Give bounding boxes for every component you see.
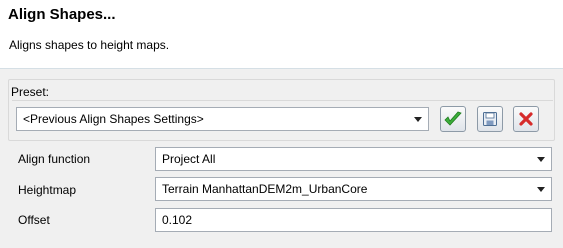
align-shapes-dialog: Align Shapes... Aligns shapes to height … bbox=[0, 0, 563, 248]
chevron-down-icon bbox=[414, 117, 422, 122]
preset-label: Preset: bbox=[11, 85, 50, 99]
heightmap-dropdown[interactable]: Terrain ManhattanDEM2m_UrbanCore bbox=[155, 177, 552, 201]
chevron-down-icon bbox=[537, 157, 545, 162]
save-preset-button[interactable] bbox=[477, 106, 503, 132]
heightmap-label: Heightmap bbox=[18, 183, 77, 197]
red-x-icon bbox=[519, 112, 533, 126]
floppy-disk-icon bbox=[483, 112, 497, 126]
preset-dropdown[interactable]: <Previous Align Shapes Settings> bbox=[16, 107, 429, 131]
dialog-header: Align Shapes... Aligns shapes to height … bbox=[0, 0, 563, 69]
offset-label: Offset bbox=[18, 213, 50, 227]
dialog-description: Aligns shapes to height maps. bbox=[9, 38, 170, 52]
preset-dropdown-value: <Previous Align Shapes Settings> bbox=[23, 112, 204, 126]
align-function-dropdown[interactable]: Project All bbox=[155, 147, 552, 171]
dialog-title: Align Shapes... bbox=[8, 6, 116, 23]
offset-input[interactable]: 0.102 bbox=[155, 208, 552, 232]
preset-divider bbox=[12, 100, 553, 101]
apply-preset-button[interactable] bbox=[440, 106, 466, 132]
heightmap-value: Terrain ManhattanDEM2m_UrbanCore bbox=[162, 182, 368, 196]
align-function-label: Align function bbox=[18, 152, 91, 166]
delete-preset-button[interactable] bbox=[513, 106, 539, 132]
align-function-value: Project All bbox=[162, 152, 216, 166]
chevron-down-icon bbox=[537, 187, 545, 192]
checkmark-icon bbox=[444, 111, 462, 126]
